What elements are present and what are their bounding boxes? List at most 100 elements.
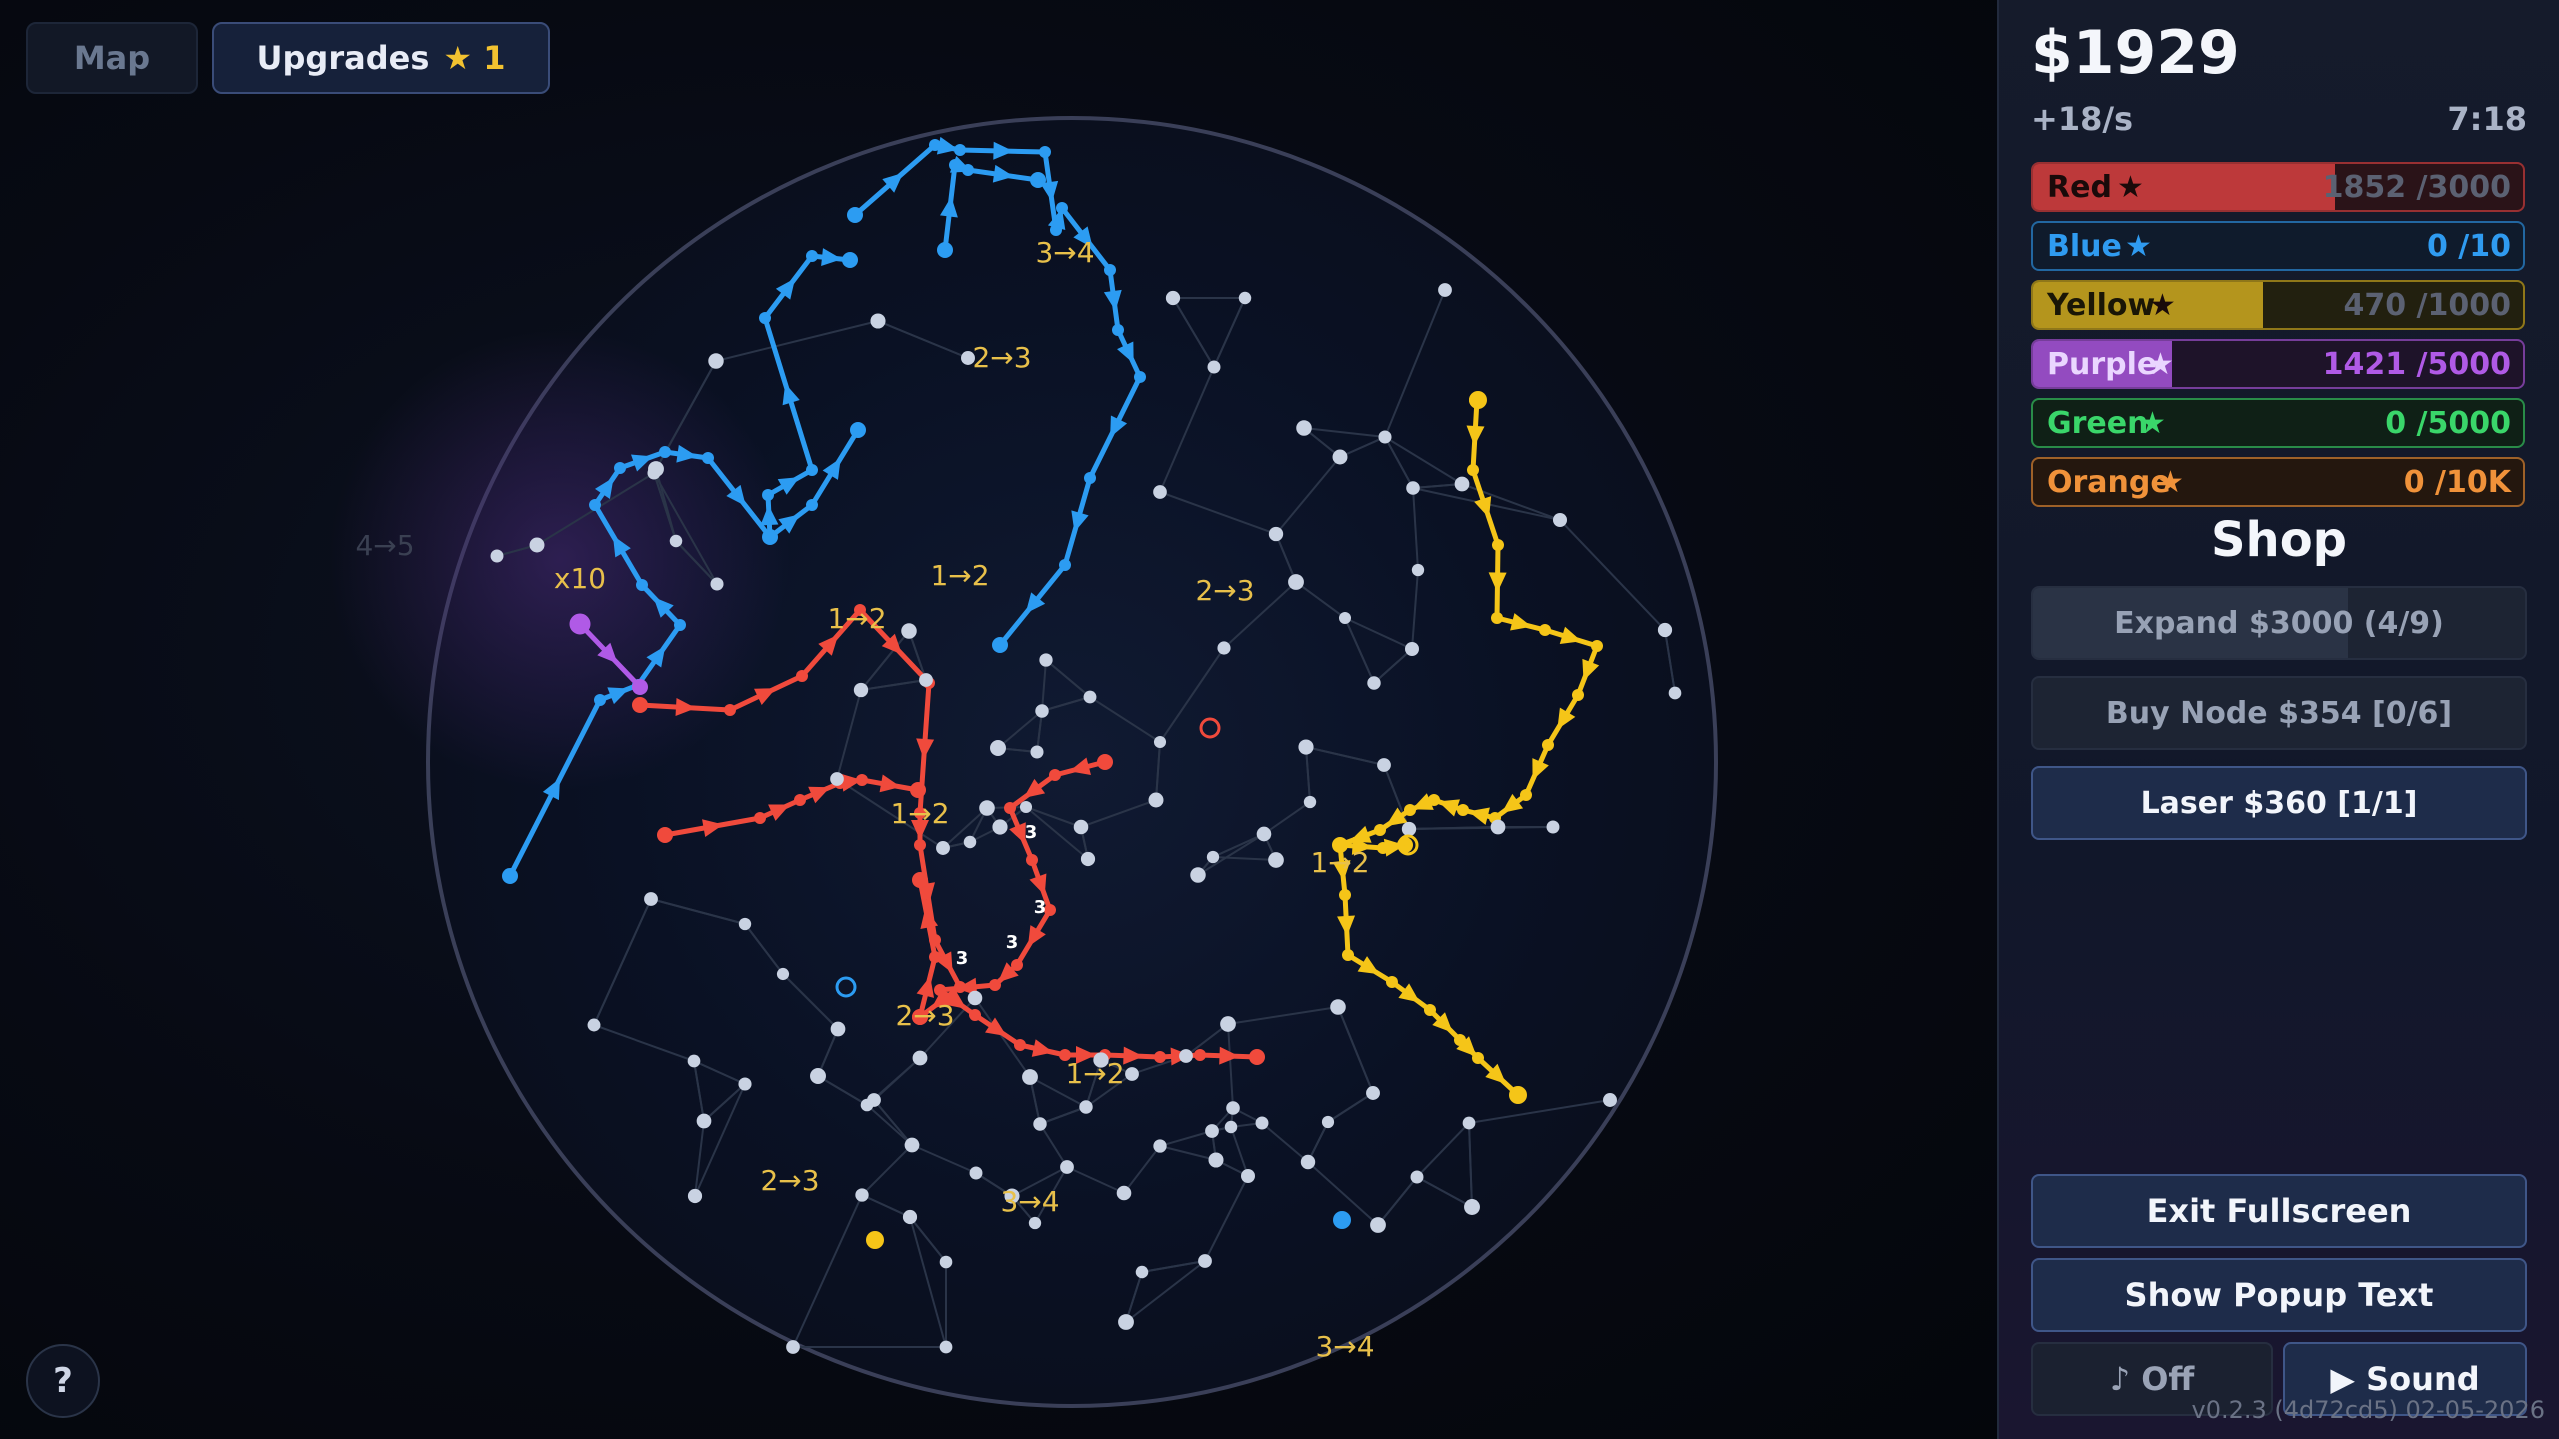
network-node[interactable] [776,967,790,981]
red-node[interactable] [912,872,928,888]
network-node[interactable] [1332,449,1348,465]
blue-node[interactable] [806,464,818,476]
network-node[interactable] [1668,686,1682,700]
network-node[interactable] [1238,291,1252,305]
blue-node[interactable] [589,499,601,511]
network-node[interactable] [963,835,977,849]
network-node[interactable] [967,990,983,1006]
network-node[interactable] [936,841,950,855]
network-node[interactable] [1217,641,1231,655]
network-node[interactable] [1028,1216,1042,1230]
red-node[interactable] [794,794,806,806]
network-node[interactable] [1462,1116,1476,1130]
yellow-source-node[interactable] [1509,1086,1527,1104]
yellow-node[interactable] [1539,624,1551,636]
red-node[interactable] [724,704,736,716]
network-node[interactable] [1370,1217,1386,1233]
network-node[interactable] [708,353,724,369]
network-node[interactable] [1268,526,1284,542]
network-node[interactable] [1377,758,1391,772]
yellow-node[interactable] [1342,949,1354,961]
network-node[interactable] [1366,1086,1380,1100]
network-node[interactable] [1033,1117,1047,1131]
network-node[interactable] [969,1166,983,1180]
blue-node[interactable] [1112,324,1124,336]
network-node[interactable] [1338,611,1352,625]
network-node[interactable] [1464,1199,1480,1215]
network-node[interactable] [1321,1115,1335,1129]
network-node[interactable] [1207,360,1221,374]
network-node[interactable] [810,1068,826,1084]
red-node[interactable] [657,827,673,843]
network-node[interactable] [1296,420,1312,436]
network-node[interactable] [1153,735,1167,749]
buy-node-button[interactable]: Buy Node $354 [0/6] [2031,676,2527,750]
network-node[interactable] [687,1188,703,1204]
network-node[interactable] [1454,476,1470,492]
network-node[interactable] [1241,1169,1255,1183]
network-node[interactable] [1268,852,1284,868]
red-node[interactable] [969,1009,981,1021]
laser-button[interactable]: Laser $360 [1/1] [2031,766,2527,840]
network-node[interactable] [1125,1067,1139,1081]
blue-source-node[interactable] [1333,1211,1351,1229]
blue-node[interactable] [992,637,1008,653]
yellow-node[interactable] [1491,612,1503,624]
network-node[interactable] [855,1188,869,1202]
network-node[interactable] [1401,821,1417,837]
network-node[interactable] [1208,1152,1224,1168]
network-node[interactable] [1079,1100,1093,1114]
network-node[interactable] [1022,1069,1038,1085]
red-node[interactable] [1154,1051,1166,1063]
network-node[interactable] [1330,999,1346,1015]
network-node[interactable] [902,1209,918,1225]
red-node[interactable] [1049,769,1061,781]
network-node[interactable] [1148,792,1164,808]
blue-node[interactable] [1059,559,1071,571]
blue-node[interactable] [674,619,686,631]
red-node[interactable] [1097,754,1113,770]
network-node[interactable] [1490,819,1506,835]
help-button[interactable]: ? [26,1344,100,1418]
network-node[interactable] [1198,1254,1212,1268]
red-node[interactable] [632,697,648,713]
yellow-source-node[interactable] [1469,391,1487,409]
network-node[interactable] [669,534,683,548]
network-node[interactable] [738,1077,752,1091]
yellow-node[interactable] [1542,739,1554,751]
network-node[interactable] [1060,1160,1074,1174]
network-node[interactable] [1030,745,1044,759]
blue-node[interactable] [1039,146,1051,158]
red-node[interactable] [1014,1039,1026,1051]
blue-node[interactable] [806,250,818,262]
game-board-area[interactable]: 3→4 2→3 1→2 2→3 1→2 x10 1→2 1→2 2→3 1→2 2→3 3→4 3→4 4… [0,0,1997,1439]
network-node[interactable] [1438,283,1452,297]
network-board[interactable]: 3→4 2→3 1→2 2→3 1→2 x10 1→2 1→2 2→3 1→2 2→3 3→4 3→4 4… [0,0,1997,1439]
blue-node[interactable] [614,462,626,474]
network-node[interactable] [687,1054,701,1068]
expand-button[interactable]: Expand $3000 (4/9) [2031,586,2527,660]
network-node[interactable] [710,577,724,591]
red-node[interactable] [754,812,766,824]
network-node[interactable] [1039,653,1053,667]
red-node[interactable] [1004,802,1016,814]
network-node[interactable] [1410,1170,1424,1184]
network-node[interactable] [830,1021,846,1037]
yellow-node[interactable] [1404,804,1416,816]
network-node[interactable] [1367,676,1381,690]
network-node[interactable] [1288,574,1304,590]
blue-node[interactable] [1030,172,1046,188]
yellow-node[interactable] [1492,539,1504,551]
network-node[interactable] [786,1340,800,1354]
red-node[interactable] [1194,1049,1206,1061]
exit-fullscreen-button[interactable]: Exit Fullscreen [2031,1174,2527,1248]
network-node[interactable] [1303,795,1317,809]
network-node[interactable] [992,819,1008,835]
blue-node[interactable] [759,312,771,324]
network-node[interactable] [1205,1124,1219,1138]
network-node[interactable] [901,623,917,639]
network-node[interactable] [912,1050,928,1066]
network-node[interactable] [1255,1116,1269,1130]
network-node[interactable] [1135,1265,1149,1279]
purple-node[interactable] [632,679,648,695]
